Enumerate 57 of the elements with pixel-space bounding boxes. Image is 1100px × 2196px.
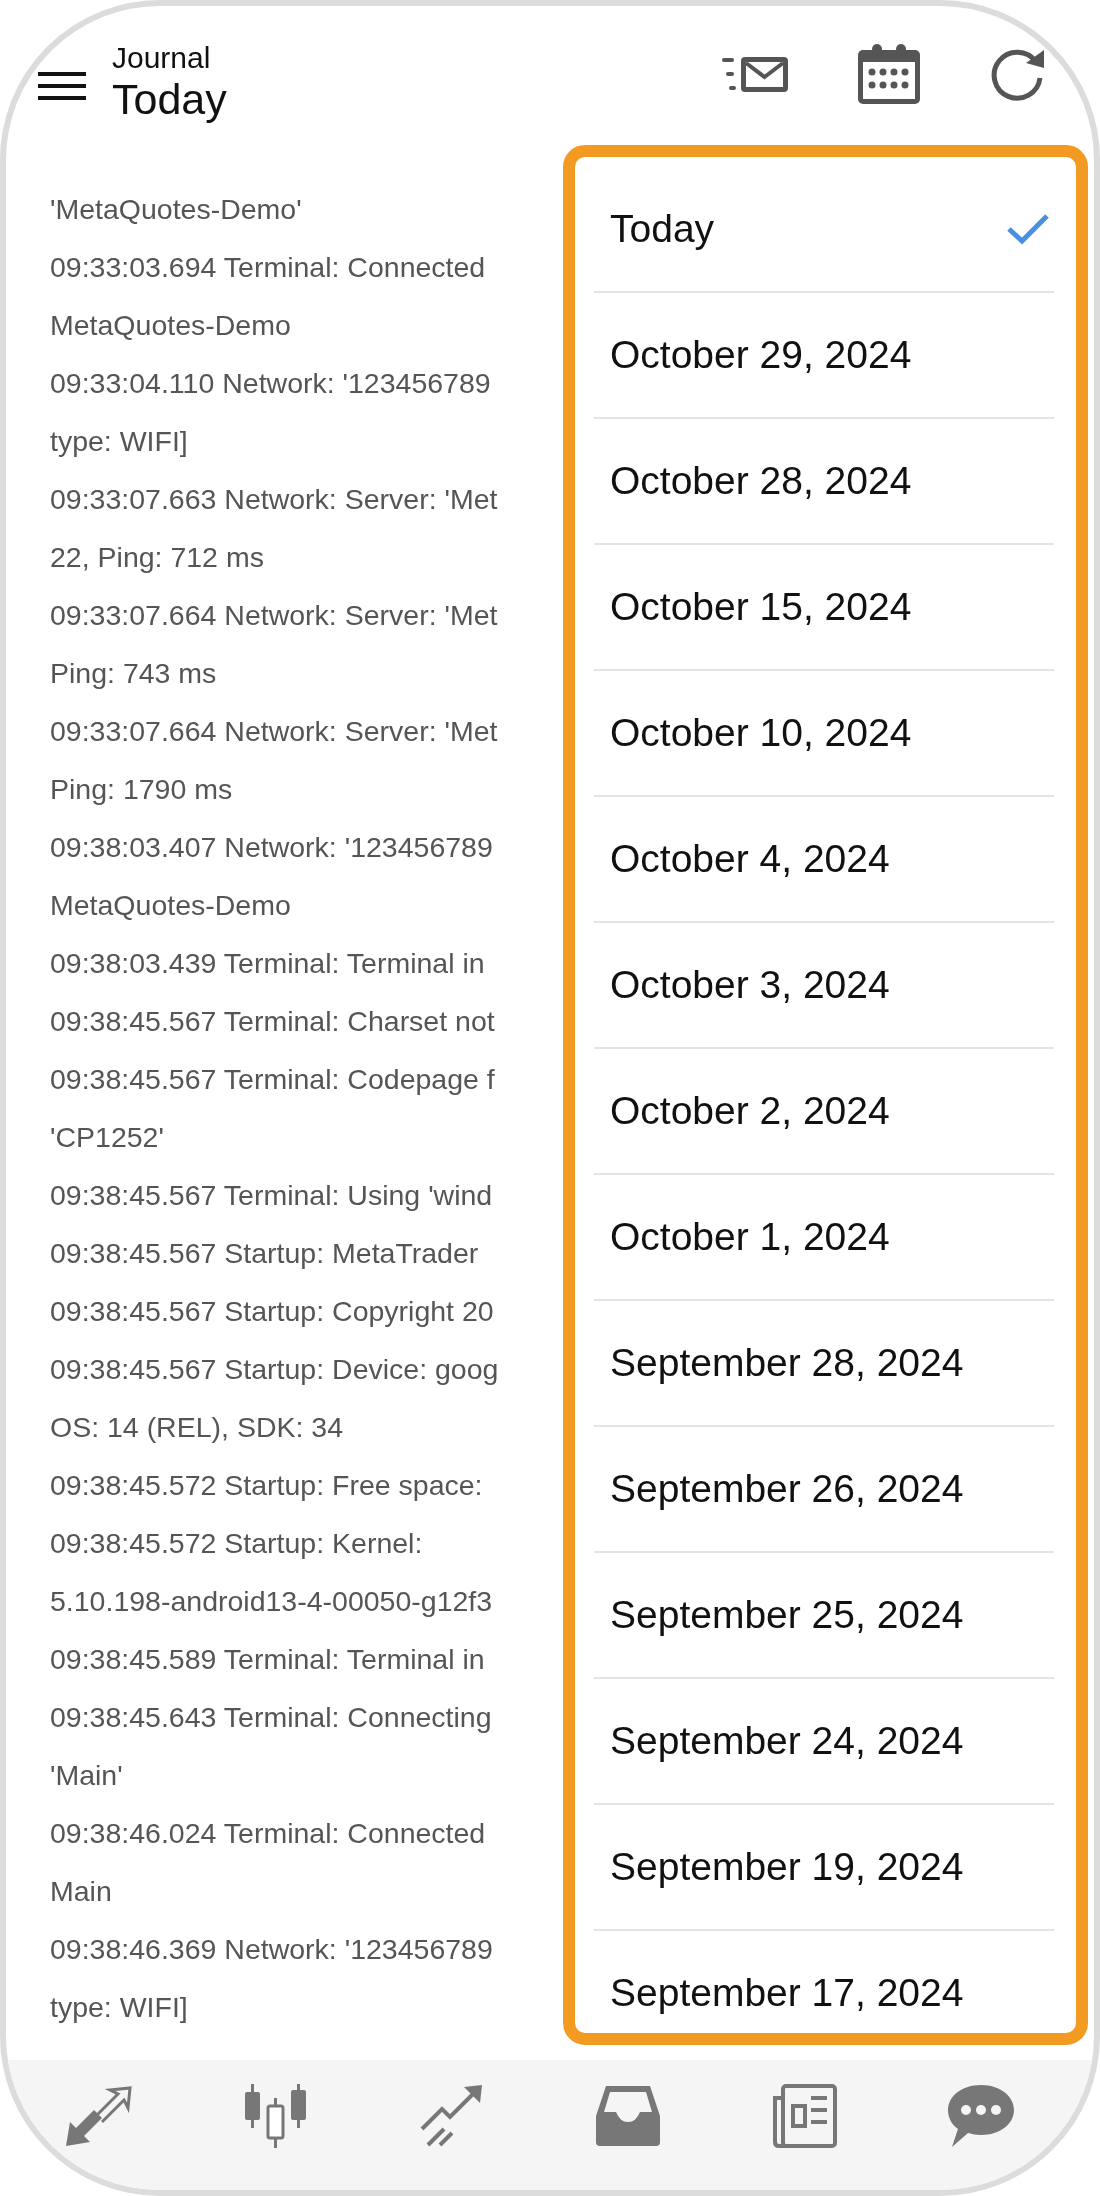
log-line: 22, Ping: 712 ms <box>50 540 264 575</box>
log-line: 'Main' <box>50 1758 123 1793</box>
log-line: 09:33:07.663 Network: Server: 'Met <box>50 482 498 517</box>
date-option[interactable]: September 19, 2024 <box>594 1805 1054 1931</box>
log-line: 09:38:45.567 Terminal: Charset not <box>50 1004 495 1039</box>
inbox-tray-icon[interactable] <box>595 2086 660 2146</box>
date-option[interactable]: October 15, 2024 <box>594 545 1054 671</box>
date-option[interactable]: September 25, 2024 <box>594 1553 1054 1679</box>
screen-subtitle: Journal <box>112 40 212 74</box>
arrows-icon[interactable] <box>66 2086 132 2146</box>
log-line: 'CP1252' <box>50 1120 164 1155</box>
log-line: 09:38:03.439 Terminal: Terminal in <box>50 946 485 981</box>
newspaper-icon[interactable] <box>770 2084 837 2148</box>
log-line: 09:38:45.589 Terminal: Terminal in <box>50 1642 485 1677</box>
date-option[interactable]: October 3, 2024 <box>594 923 1054 1049</box>
log-line: type: WIFI] <box>50 1990 188 2025</box>
log-line: 'MetaQuotes-Demo' <box>50 192 302 227</box>
menu-icon[interactable] <box>38 72 88 100</box>
date-option[interactable]: October 4, 2024 <box>594 797 1054 923</box>
date-option[interactable]: October 1, 2024 <box>594 1175 1054 1301</box>
log-line: 09:38:45.567 Terminal: Using 'wind <box>50 1178 493 1213</box>
date-option[interactable]: October 10, 2024 <box>594 671 1054 797</box>
calendar-icon[interactable] <box>858 43 920 104</box>
log-line: type: WIFI] <box>50 424 188 459</box>
log-line: MetaQuotes-Demo <box>50 888 291 923</box>
screen-title: Today <box>112 73 227 125</box>
log-line: MetaQuotes-Demo <box>50 308 291 343</box>
date-option[interactable]: September 17, 2024 <box>594 1931 1054 2033</box>
log-line: Ping: 1790 ms <box>50 772 233 807</box>
date-option[interactable]: October 29, 2024 <box>594 293 1054 419</box>
mail-icon[interactable] <box>722 54 788 93</box>
log-line: 09:38:45.567 Startup: Copyright 20 <box>50 1294 494 1329</box>
log-line: 09:38:46.369 Network: '123456789 <box>50 1932 493 1967</box>
log-line: 09:38:45.567 Startup: MetaTrader <box>50 1236 479 1271</box>
log-line: 09:33:03.694 Terminal: Connected <box>50 250 486 285</box>
log-line: 09:38:45.567 Terminal: Codepage f <box>50 1062 495 1097</box>
log-line: OS: 14 (REL), SDK: 34 <box>50 1410 344 1445</box>
date-option[interactable]: October 2, 2024 <box>594 1049 1054 1175</box>
log-line: 5.10.198-android13-4-00050-g12f3 <box>50 1584 493 1619</box>
log-line: 09:33:07.664 Network: Server: 'Met <box>50 714 498 749</box>
date-option[interactable]: September 24, 2024 <box>594 1679 1054 1805</box>
log-line: Ping: 743 ms <box>50 656 217 691</box>
date-option[interactable]: September 28, 2024 <box>594 1301 1054 1427</box>
log-line: 09:38:45.572 Startup: Free space: <box>50 1468 483 1503</box>
log-line: 09:33:04.110 Network: '123456789 <box>50 366 491 401</box>
log-line: 09:38:45.572 Startup: Kernel: <box>50 1526 423 1561</box>
date-option[interactable]: September 26, 2024 <box>594 1427 1054 1553</box>
log-line: Main <box>50 1874 112 1909</box>
log-line: 09:33:07.664 Network: Server: 'Met <box>50 598 498 633</box>
log-line: 09:38:45.643 Terminal: Connecting <box>50 1700 492 1735</box>
chat-bubble-icon[interactable] <box>947 2085 1014 2147</box>
date-option[interactable]: Today <box>594 167 1054 293</box>
log-line: 09:38:45.567 Startup: Device: goog <box>50 1352 499 1387</box>
trend-arrow-icon[interactable] <box>420 2085 485 2147</box>
log-line: 09:38:46.024 Terminal: Connected <box>50 1816 486 1851</box>
log-line: 09:38:03.407 Network: '123456789 <box>50 830 493 865</box>
date-option[interactable]: October 28, 2024 <box>594 419 1054 545</box>
